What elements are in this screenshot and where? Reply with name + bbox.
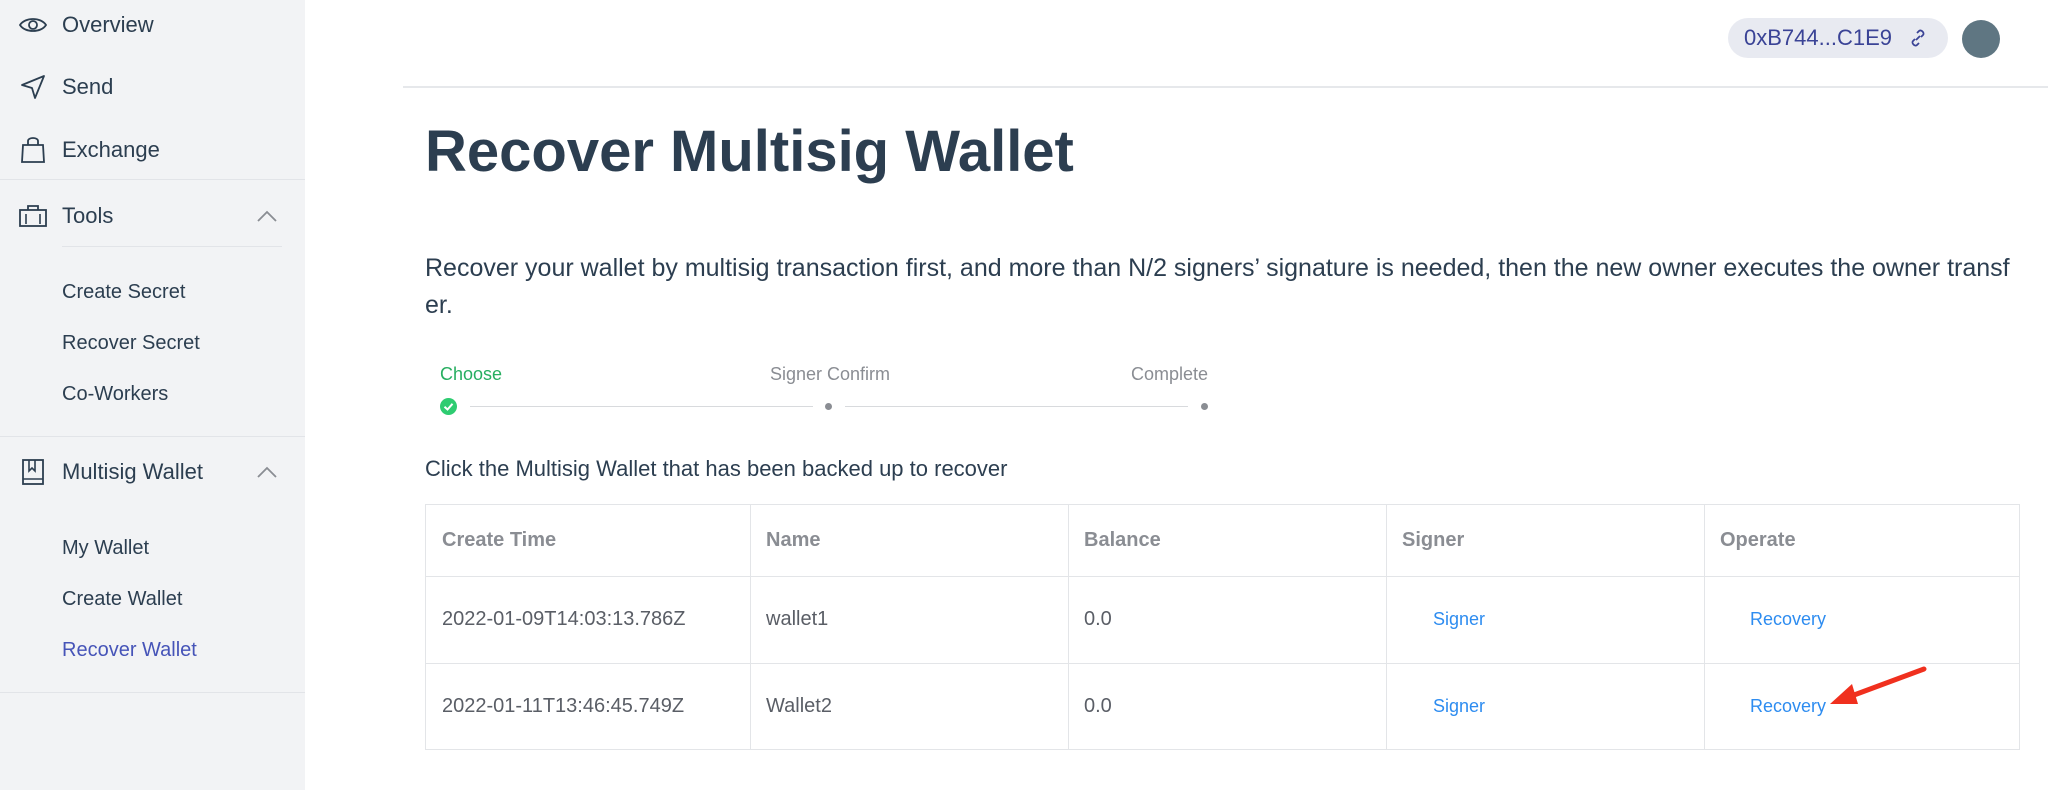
sidebar-divider	[0, 179, 305, 180]
annotation-arrow-icon	[1830, 666, 1927, 704]
col-header-signer: Signer	[1402, 529, 1465, 551]
sidebar: Overview Send Exchange Tools Create Secr…	[0, 0, 305, 790]
col-header-name: Name	[766, 529, 821, 551]
cell-signer: Signer	[1386, 576, 1704, 663]
account-address: 0xB744...C1E9	[1744, 25, 1892, 50]
col-header-create-time: Create Time	[442, 529, 557, 551]
bookmark-book-icon	[18, 457, 48, 487]
cell-signer: Signer	[1386, 663, 1704, 749]
sub-recover-wallet[interactable]: Recover Wallet	[62, 639, 197, 662]
avatar[interactable]	[1962, 20, 2000, 58]
account-address-pill[interactable]: 0xB744...C1E9	[1728, 18, 1948, 58]
col-header-balance: Balance	[1084, 529, 1161, 551]
sidebar-divider	[0, 692, 305, 693]
cell-name: Wallet2	[766, 694, 832, 717]
nav-multisig-label: Multisig Wallet	[62, 459, 203, 484]
col-header-operate: Operate	[1720, 529, 1796, 551]
step-choose-label: Choose	[440, 364, 503, 384]
link-icon[interactable]	[1908, 28, 1928, 48]
nav-exchange-label: Exchange	[62, 137, 160, 162]
nav-send-label: Send	[62, 74, 114, 99]
cell-operate: Recovery	[1704, 576, 2019, 663]
sub-create-wallet[interactable]: Create Wallet	[62, 588, 182, 611]
wallet-table: Create Time Name Balance Signer Operate …	[425, 504, 2020, 750]
sub-recover-secret[interactable]: Recover Secret	[62, 332, 200, 355]
shopping-bag-icon	[18, 135, 48, 165]
cell-create-time: 2022-01-11T13:46:45.749Z	[442, 694, 685, 717]
chevron-up-icon	[257, 210, 277, 222]
send-icon	[18, 72, 48, 102]
nav-overview[interactable]: Overview	[0, 0, 305, 50]
eye-icon	[18, 10, 48, 40]
page-title: Recover Multisig Wallet	[425, 119, 1074, 184]
cell-create-time: 2022-01-09T14:03:13.786Z	[442, 608, 686, 630]
nav-send[interactable]: Send	[0, 62, 305, 112]
step-connector	[470, 406, 813, 407]
toolbox-icon	[18, 201, 48, 231]
nav-multisig-wallet[interactable]: Multisig Wallet	[0, 447, 305, 497]
nav-exchange[interactable]: Exchange	[0, 125, 305, 175]
page-description: Recover your wallet by multisig transact…	[425, 254, 2010, 319]
cell-name: wallet1	[766, 608, 829, 630]
step-connector	[845, 406, 1188, 407]
check-circle-icon	[440, 398, 457, 415]
sub-my-wallet[interactable]: My Wallet	[62, 537, 149, 560]
instruction-text: Click the Multisig Wallet that has been …	[425, 456, 1008, 481]
header-divider	[403, 86, 2048, 88]
step-signer-confirm-label: Signer Confirm	[770, 364, 891, 384]
chevron-up-icon	[257, 466, 277, 478]
step-dot	[1201, 403, 1208, 410]
nav-overview-label: Overview	[62, 12, 154, 37]
submenu-divider	[62, 246, 282, 247]
sub-co-workers[interactable]: Co-Workers	[62, 383, 168, 406]
nav-tools-label: Tools	[62, 203, 114, 228]
cell-balance: 0.0	[1084, 608, 1112, 630]
nav-tools[interactable]: Tools	[0, 191, 305, 241]
step-dot	[825, 403, 832, 410]
cell-balance: 0.0	[1084, 694, 1112, 717]
signer-link[interactable]: Signer	[1433, 609, 1485, 630]
signer-link[interactable]: Signer	[1433, 696, 1485, 717]
recovery-link[interactable]: Recovery	[1750, 609, 1826, 630]
recovery-link[interactable]: Recovery	[1750, 696, 1826, 717]
sidebar-divider	[0, 436, 305, 437]
sub-create-secret[interactable]: Create Secret	[62, 281, 185, 304]
step-complete-label: Complete	[1131, 364, 1209, 384]
